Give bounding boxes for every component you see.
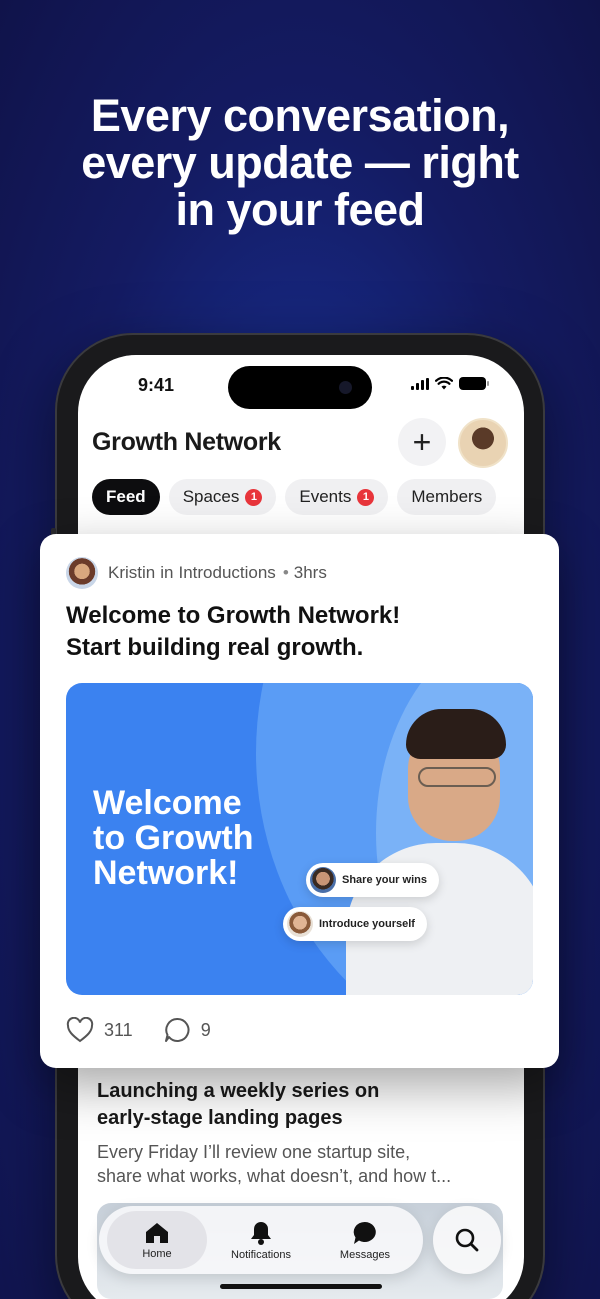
comment-button[interactable]: 9	[163, 1016, 211, 1044]
tab-bar: Feed Spaces 1 Events 1 Members	[92, 479, 497, 515]
tab-spaces-label: Spaces	[182, 487, 240, 506]
nav-notifications-label: Notifications	[231, 1248, 291, 1261]
comment-icon	[164, 1017, 190, 1042]
banner-line-1: Welcome	[93, 784, 242, 822]
search-icon	[455, 1228, 479, 1252]
spaces-badge: 1	[245, 488, 263, 506]
bell-icon	[251, 1221, 271, 1245]
tab-events-label: Events	[299, 487, 352, 506]
status-icons	[411, 377, 489, 390]
app-title: Growth Network	[92, 428, 281, 456]
tab-feed-label: Feed	[106, 487, 146, 506]
home-icon	[146, 1222, 168, 1243]
post-preview-body: Every Friday I’ll review one startup sit…	[97, 1140, 507, 1188]
tab-members-label: Members	[411, 487, 483, 506]
space-name[interactable]: Introductions	[178, 563, 275, 583]
in-word: in	[160, 563, 174, 582]
chip-introduce-label: Introduce yourself	[319, 918, 415, 930]
author-name[interactable]: Kristin	[108, 563, 155, 583]
post-time: 3hrs	[293, 563, 327, 582]
banner-line-2: to Growth	[93, 819, 254, 857]
home-indicator	[220, 1284, 382, 1289]
chip-share-wins-label: Share your wins	[342, 874, 427, 886]
profile-avatar[interactable]	[458, 418, 508, 468]
post-card[interactable]: Kristin in Introductions • 3hrs Welcome …	[40, 534, 559, 1068]
post-banner-image: Welcome to Growth Network! Share your wi…	[66, 683, 533, 995]
wifi-icon	[435, 377, 453, 390]
banner-text: Welcome to Growth Network!	[93, 786, 254, 891]
nav-home[interactable]: Home	[107, 1211, 207, 1269]
chip-avatar	[310, 867, 336, 893]
post-preview-title-line-1: Launching a weekly series on	[97, 1080, 380, 1102]
search-button[interactable]	[433, 1206, 501, 1274]
chat-icon	[353, 1221, 376, 1244]
chip-share-wins: Share your wins	[306, 863, 439, 897]
post-preview-title-line-2: early-stage landing pages	[97, 1107, 343, 1129]
post-preview-title: Launching a weekly series on early-stage…	[97, 1078, 507, 1132]
post-preview[interactable]: Launching a weekly series on early-stage…	[97, 1078, 507, 1188]
nav-notifications[interactable]: Notifications	[211, 1211, 311, 1269]
heart-icon	[66, 1017, 94, 1043]
headline-line-1: Every conversation,	[90, 90, 510, 141]
post-title-line-2: Start building real growth.	[66, 634, 364, 661]
tab-members[interactable]: Members	[397, 479, 497, 515]
comment-count: 9	[200, 1019, 211, 1040]
tab-feed[interactable]: Feed	[92, 479, 160, 515]
post-actions: 311 9	[66, 1016, 211, 1044]
post-preview-body-line-1: Every Friday I’ll review one startup sit…	[97, 1142, 411, 1162]
like-count: 311	[104, 1019, 133, 1040]
battery-icon	[459, 377, 489, 390]
nav-messages[interactable]: Messages	[315, 1211, 415, 1269]
author-avatar[interactable]	[66, 557, 98, 589]
post-title: Welcome to Growth Network! Start buildin…	[66, 600, 400, 664]
tab-events[interactable]: Events 1	[285, 479, 389, 515]
bottom-nav: Home Notifications Messages	[99, 1206, 423, 1274]
nav-home-label: Home	[142, 1247, 172, 1260]
tab-spaces[interactable]: Spaces 1	[168, 479, 277, 515]
dynamic-island	[228, 366, 372, 409]
plus-icon: +	[412, 423, 432, 460]
meta-separator: •	[282, 563, 289, 582]
create-post-button[interactable]: +	[398, 418, 446, 466]
nav-messages-label: Messages	[339, 1248, 391, 1261]
headline: Every conversation, every update — right…	[0, 92, 600, 233]
events-badge: 1	[357, 488, 375, 506]
signal-icon	[411, 377, 429, 390]
banner-line-3: Network!	[93, 854, 239, 892]
headline-line-3: in your feed	[175, 184, 425, 235]
post-title-line-1: Welcome to Growth Network!	[66, 602, 401, 629]
post-preview-body-line-2: share what works, what doesn’t, and how …	[97, 1166, 452, 1186]
chip-avatar	[287, 911, 313, 937]
headline-line-2: every update — right	[81, 137, 519, 188]
like-button[interactable]: 311	[66, 1017, 133, 1043]
chip-introduce-yourself: Introduce yourself	[283, 907, 427, 941]
status-time: 9:41	[138, 375, 175, 395]
camera	[339, 381, 352, 394]
banner-person	[336, 703, 533, 995]
post-meta: Kristin in Introductions • 3hrs	[66, 557, 327, 589]
